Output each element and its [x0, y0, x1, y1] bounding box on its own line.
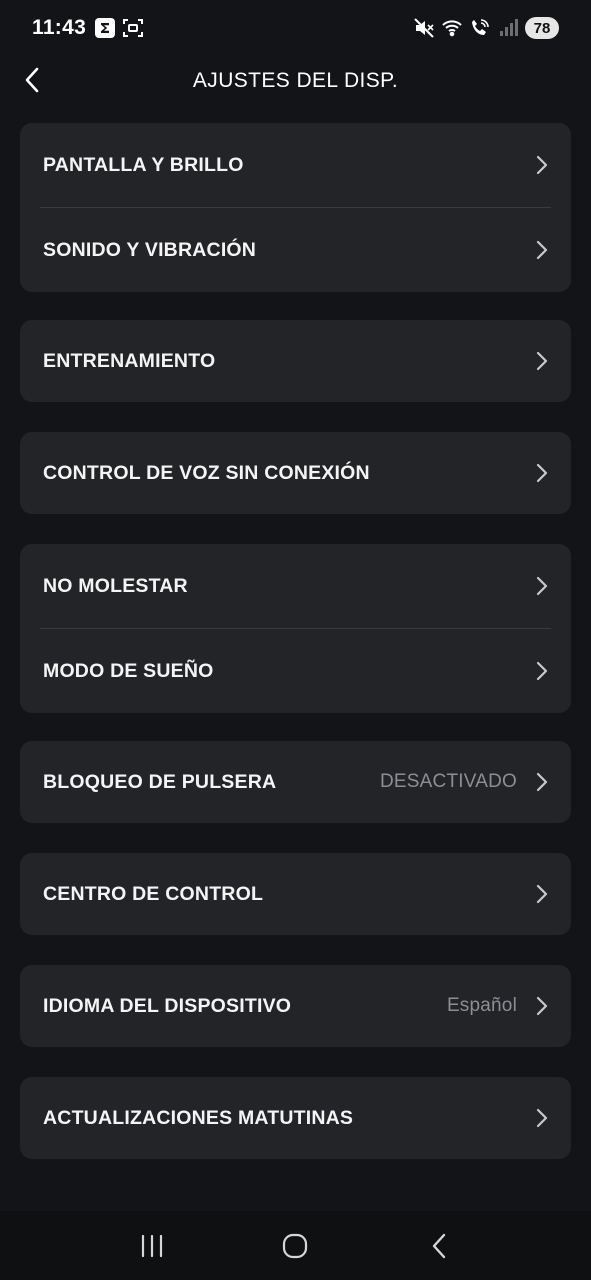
chevron-right-icon: [535, 462, 549, 484]
wifi-call-icon: [469, 17, 491, 39]
row-screen-brightness[interactable]: PANTALLA Y BRILLO: [20, 123, 571, 207]
settings-group-morning-updates: ACTUALIZACIONES MATUTINAS: [20, 1077, 571, 1159]
back-icon: [432, 1233, 446, 1258]
row-device-language[interactable]: IDIOMA DEL DISPOSITIVO Español: [20, 965, 571, 1047]
home-button[interactable]: [265, 1221, 325, 1271]
nav-back-button[interactable]: [409, 1221, 469, 1271]
row-label: ENTRENAMIENTO: [43, 349, 216, 372]
status-time: 11:43: [32, 16, 87, 39]
recent-apps-icon: [141, 1234, 162, 1257]
row-label: BLOQUEO DE PULSERA: [43, 770, 277, 793]
screen: 11:43 78 AJUSTES DEL DISP. PANTALLA Y BR…: [0, 0, 591, 1280]
row-label: ACTUALIZACIONES MATUTINAS: [43, 1106, 354, 1129]
row-sleep-mode[interactable]: MODO DE SUEÑO: [20, 629, 571, 713]
header: AJUSTES DEL DISP.: [0, 56, 591, 106]
settings-group-display-sound: PANTALLA Y BRILLO SONIDO Y VIBRACIÓN: [20, 123, 571, 292]
row-control-center[interactable]: CENTRO DE CONTROL: [20, 853, 571, 935]
system-nav-bar: [0, 1211, 591, 1280]
chevron-right-icon: [535, 883, 549, 905]
row-label: NO MOLESTAR: [43, 574, 188, 597]
chevron-right-icon: [535, 995, 549, 1017]
status-system-icons: 78: [413, 17, 559, 39]
chevron-right-icon: [535, 1107, 549, 1129]
row-wrist-lock[interactable]: BLOQUEO DE PULSERA DESACTIVADO: [20, 741, 571, 823]
status-notification-icons: [94, 17, 144, 39]
recent-apps-button[interactable]: [122, 1221, 182, 1271]
signal-icon: [497, 17, 519, 39]
chevron-right-icon: [535, 575, 549, 597]
chevron-left-icon: [25, 67, 39, 93]
row-sound-vibration[interactable]: SONIDO Y VIBRACIÓN: [20, 208, 571, 292]
chevron-right-icon: [535, 350, 549, 372]
wifi-icon: [441, 17, 463, 39]
settings-group-control-center: CENTRO DE CONTROL: [20, 853, 571, 935]
row-value: DESACTIVADO: [380, 771, 517, 792]
row-label: CONTROL DE VOZ SIN CONEXIÓN: [43, 461, 370, 484]
settings-group-offline-voice: CONTROL DE VOZ SIN CONEXIÓN: [20, 432, 571, 514]
row-label: PANTALLA Y BRILLO: [43, 153, 244, 176]
chevron-right-icon: [535, 239, 549, 261]
settings-group-dnd-sleep: NO MOLESTAR MODO DE SUEÑO: [20, 544, 571, 713]
chevron-right-icon: [535, 771, 549, 793]
home-icon: [283, 1233, 308, 1258]
back-button[interactable]: [14, 62, 50, 98]
settings-group-language: IDIOMA DEL DISPOSITIVO Español: [20, 965, 571, 1047]
mute-icon: [413, 17, 435, 39]
row-morning-updates[interactable]: ACTUALIZACIONES MATUTINAS: [20, 1077, 571, 1159]
screenshot-icon: [122, 17, 144, 39]
settings-group-training: ENTRENAMIENTO: [20, 320, 571, 402]
row-do-not-disturb[interactable]: NO MOLESTAR: [20, 544, 571, 628]
status-bar: 11:43 78: [0, 0, 591, 56]
page-title: AJUSTES DEL DISP.: [192, 69, 399, 92]
chevron-right-icon: [535, 660, 549, 682]
row-value: Español: [446, 995, 517, 1016]
row-label: CENTRO DE CONTROL: [43, 882, 264, 905]
row-offline-voice-control[interactable]: CONTROL DE VOZ SIN CONEXIÓN: [20, 432, 571, 514]
settings-group-wrist-lock: BLOQUEO DE PULSERA DESACTIVADO: [20, 741, 571, 823]
sigma-app-icon: [94, 17, 116, 39]
row-label: MODO DE SUEÑO: [43, 659, 214, 682]
row-label: IDIOMA DEL DISPOSITIVO: [43, 994, 292, 1017]
row-training[interactable]: ENTRENAMIENTO: [20, 320, 571, 402]
chevron-right-icon: [535, 154, 549, 176]
battery-indicator: 78: [525, 17, 559, 39]
row-label: SONIDO Y VIBRACIÓN: [43, 238, 257, 261]
